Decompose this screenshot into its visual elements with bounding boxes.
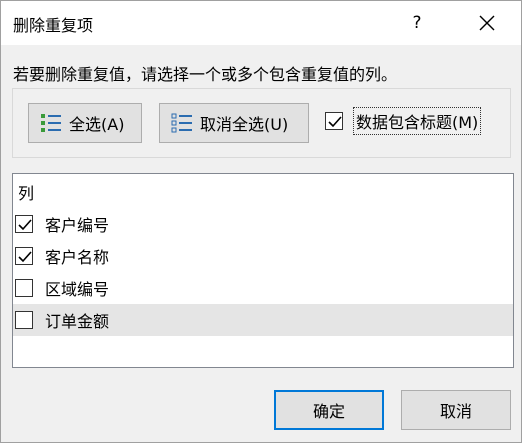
list-item[interactable]: 客户名称: [13, 240, 513, 272]
cancel-button[interactable]: 取消: [401, 390, 511, 430]
select-all-button[interactable]: 全选(A): [28, 103, 142, 143]
columns-list-header: 列: [18, 184, 35, 203]
list-item[interactable]: 客户编号: [13, 208, 513, 240]
checkmark-icon: [18, 251, 32, 263]
list-item[interactable]: 订单金额: [13, 304, 513, 336]
list-item-checkbox[interactable]: [15, 215, 33, 233]
has-headers-label: 数据包含标题(M): [353, 107, 482, 135]
unselect-all-button[interactable]: 取消全选(U): [159, 103, 309, 143]
has-headers-option[interactable]: 数据包含标题(M): [325, 107, 482, 135]
list-item-label: 客户名称: [45, 248, 110, 267]
list-item[interactable]: 区域编号: [13, 272, 513, 304]
remove-duplicates-dialog: 删除重复项 ? 若要删除重复值，请选择一个或多个包含重复值的列。 全选(A) 取…: [0, 0, 522, 443]
close-button[interactable]: [473, 9, 501, 37]
instruction-text: 若要删除重复值，请选择一个或多个包含重复值的列。: [13, 65, 398, 84]
unselect-all-icon: [171, 113, 192, 133]
dialog-title: 删除重复项: [13, 16, 94, 35]
list-item-checkbox[interactable]: [15, 311, 33, 329]
list-item-label: 客户编号: [45, 216, 110, 235]
help-button[interactable]: ?: [405, 11, 429, 35]
close-icon: [479, 15, 495, 31]
checkmark-icon: [18, 219, 32, 231]
list-item-checkbox[interactable]: [15, 247, 33, 265]
list-item-label: 订单金额: [45, 312, 110, 331]
list-item-checkbox[interactable]: [15, 279, 33, 297]
select-all-label: 全选(A): [69, 115, 125, 134]
title-bar: 删除重复项 ?: [1, 1, 521, 45]
checkmark-icon: [328, 116, 342, 128]
select-all-icon: [41, 114, 61, 132]
ok-button[interactable]: 确定: [274, 390, 384, 430]
columns-listbox[interactable]: 列 客户编号 客户名称 区域编号 订单金额: [12, 173, 514, 368]
unselect-all-label: 取消全选(U): [200, 115, 289, 134]
has-headers-checkbox[interactable]: [325, 112, 343, 130]
list-item-label: 区域编号: [45, 280, 110, 299]
